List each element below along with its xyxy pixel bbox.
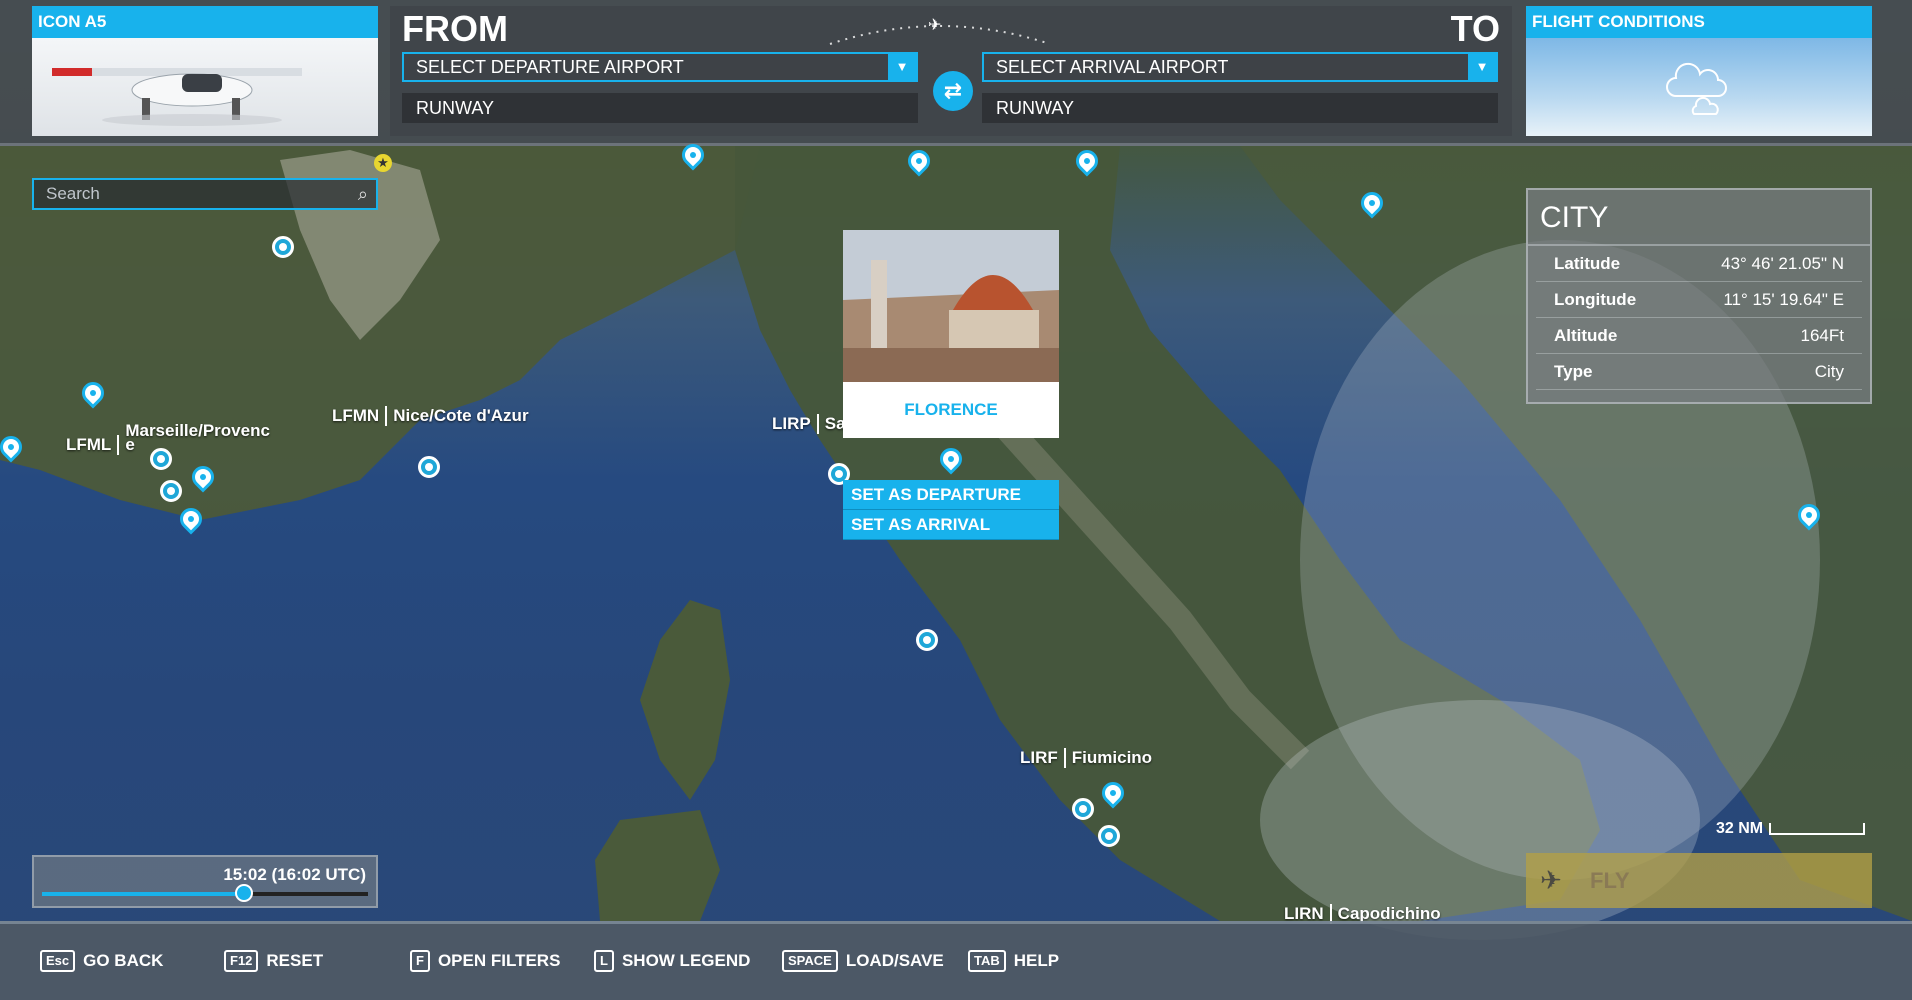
info-value: 11° 15' 19.64" E	[1723, 290, 1844, 309]
go-back-button[interactable]: Esc GO BACK	[40, 950, 163, 972]
hotkey-label: RESET	[266, 951, 324, 970]
airport-code: LFMN	[332, 406, 388, 426]
info-value: 43° 46' 21.05" N	[1721, 254, 1844, 273]
location-name: FLORENCE	[904, 400, 998, 419]
bottom-bar: Esc GO BACK F12 RESET F OPEN FILTERS L SHOW …	[0, 921, 1912, 1000]
load-save-button[interactable]: SPACE LOAD/SAVE	[782, 950, 944, 972]
time-label: 15:02 (16:02 UTC)	[223, 865, 366, 884]
info-row-type: Type City	[1536, 354, 1862, 390]
info-panel-title: CITY	[1528, 190, 1870, 246]
airport-name: Marseille/Provenc e	[125, 421, 270, 454]
airport-marker-icon[interactable]	[1098, 825, 1120, 847]
info-row-longitude: Longitude 11° 15' 19.64" E	[1536, 282, 1862, 318]
set-as-arrival-button[interactable]: SET AS ARRIVAL	[843, 510, 1059, 540]
fly-button[interactable]: ✈ FLY	[1526, 853, 1872, 908]
reset-button[interactable]: F12 RESET	[224, 950, 323, 972]
hotkey-esc: Esc	[40, 950, 76, 972]
airport-marker-icon[interactable]	[150, 448, 172, 470]
flight-conditions-card[interactable]: FLIGHT CONDITIONS	[1526, 6, 1872, 136]
search-input[interactable]: Search ⌕	[32, 178, 378, 210]
hotkey-f12: F12	[224, 950, 259, 972]
airport-label-lirf[interactable]: LIRF Fiumicino	[1020, 748, 1152, 768]
airport-name: Fiumicino	[1071, 748, 1153, 767]
fly-label: FLY	[1590, 868, 1630, 893]
plane-icon: ✈	[928, 15, 941, 34]
info-value: City	[1814, 362, 1844, 381]
map-scale: 32 NM	[1716, 820, 1866, 838]
aircraft-card-title: ICON A5	[32, 6, 378, 38]
departure-select-label: SELECT DEPARTURE AIRPORT	[416, 57, 684, 77]
departure-runway-select[interactable]: RUNWAY	[402, 93, 918, 123]
hotkey-f: F	[410, 950, 430, 972]
arrival-select-label: SELECT ARRIVAL AIRPORT	[996, 57, 1229, 77]
florence-image	[843, 230, 1059, 382]
help-button[interactable]: TAB HELP	[968, 950, 1059, 972]
hotkey-label: LOAD/SAVE	[845, 951, 944, 970]
airport-name: Nice/Cote d'Azur	[393, 406, 529, 425]
info-row-altitude: Altitude 164Ft	[1536, 318, 1862, 354]
location-info-panel: CITY Latitude 43° 46' 21.05" N Longitude…	[1526, 188, 1872, 404]
aircraft-image	[32, 38, 378, 136]
route-arc: ✈	[829, 15, 1051, 45]
takeoff-icon: ✈	[1540, 865, 1562, 895]
hotkey-label: SHOW LEGEND	[621, 951, 751, 970]
chevron-down-icon: ▼	[888, 54, 916, 80]
departure-airport-select[interactable]: SELECT DEPARTURE AIRPORT ▼	[402, 52, 918, 82]
hotkey-label: OPEN FILTERS	[437, 951, 561, 970]
scale-label: 32 NM	[1716, 820, 1764, 837]
show-legend-button[interactable]: L SHOW LEGEND	[594, 950, 750, 972]
info-row-latitude: Latitude 43° 46' 21.05" N	[1536, 246, 1862, 282]
favorite-star-icon[interactable]: ★	[374, 154, 392, 172]
airport-code: LFML	[66, 435, 120, 455]
info-value: 164Ft	[1800, 326, 1844, 345]
airport-label-lirp[interactable]: LIRP Sa	[772, 414, 846, 434]
aircraft-card[interactable]: ICON A5	[32, 6, 378, 136]
time-of-day-panel: 15:02 (16:02 UTC)	[32, 855, 378, 908]
search-placeholder: Search	[46, 184, 100, 203]
info-key: Longitude	[1554, 290, 1637, 309]
swap-airports-button[interactable]: ⇄	[933, 71, 973, 111]
info-key: Type	[1554, 362, 1593, 381]
hotkey-space: SPACE	[782, 950, 838, 972]
cloud-icon	[1666, 62, 1727, 115]
hotkey-label: GO BACK	[83, 951, 164, 970]
airport-marker-icon[interactable]	[272, 236, 294, 258]
time-slider-fill	[42, 892, 245, 896]
time-slider-track[interactable]	[42, 892, 368, 896]
top-bar: ICON A5 FROM TO ✈ SELECT DEPARTURE AIRPO…	[0, 0, 1912, 146]
set-as-departure-button[interactable]: SET AS DEPARTURE	[843, 480, 1059, 510]
location-popup[interactable]: FLORENCE	[843, 230, 1059, 438]
hotkey-l: L	[594, 950, 614, 972]
to-label: TO	[1450, 8, 1500, 49]
route-panel: FROM TO ✈ SELECT DEPARTURE AIRPORT ▼ RUN…	[390, 6, 1512, 136]
airport-marker-icon[interactable]	[916, 629, 938, 651]
arrival-airport-select[interactable]: SELECT ARRIVAL AIRPORT ▼	[982, 52, 1498, 82]
arrival-runway-select[interactable]: RUNWAY	[982, 93, 1498, 123]
scale-bar	[1769, 823, 1866, 835]
hotkey-tab: TAB	[968, 950, 1006, 972]
airport-code: LIRP	[772, 414, 819, 434]
weather-image	[1526, 38, 1872, 136]
airport-code: LIRF	[1020, 748, 1066, 768]
airport-marker-icon[interactable]	[160, 480, 182, 502]
open-filters-button[interactable]: F OPEN FILTERS	[410, 950, 560, 972]
airport-marker-icon[interactable]	[418, 456, 440, 478]
airport-label-lfmn[interactable]: LFMN Nice/Cote d'Azur	[332, 406, 529, 426]
swap-icon: ⇄	[943, 78, 963, 103]
hotkey-label: HELP	[1013, 951, 1060, 970]
time-slider-thumb[interactable]	[235, 884, 254, 902]
chevron-down-icon: ▼	[1468, 54, 1496, 80]
search-icon[interactable]: ⌕	[358, 180, 368, 208]
from-label: FROM	[402, 8, 508, 49]
location-context-menu: SET AS DEPARTURE SET AS ARRIVAL	[843, 480, 1059, 540]
conditions-card-title: FLIGHT CONDITIONS	[1526, 6, 1872, 38]
info-key: Altitude	[1554, 326, 1618, 345]
airport-marker-icon[interactable]	[1072, 798, 1094, 820]
info-key: Latitude	[1554, 254, 1621, 273]
